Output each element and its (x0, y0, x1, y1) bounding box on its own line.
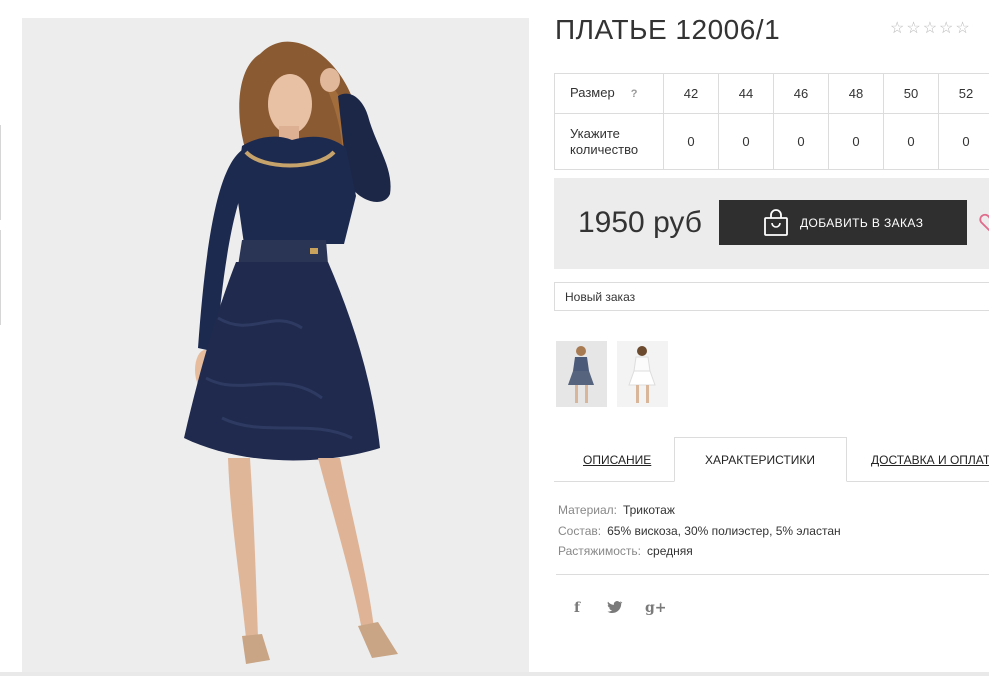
tab-description[interactable]: ОПИСАНИЕ (583, 453, 651, 467)
star-icon[interactable]: ☆ (923, 20, 937, 38)
spec-row-stretch: Растяжимость: средняя (558, 541, 841, 562)
spec-row-composition: Состав: 65% вискоза, 30% полиэстер, 5% эл… (558, 521, 841, 542)
quantity-row: Укажите количество 0 0 0 0 0 0 (554, 113, 989, 170)
page-edge-line (0, 230, 1, 325)
quantity-input[interactable]: 0 (883, 113, 939, 170)
size-cell: 42 (663, 73, 719, 114)
price-box: 1950 руб ДОБАВИТЬ В ЗАКАЗ (554, 178, 989, 269)
size-row: Размер? 42 44 46 48 50 52 (554, 73, 989, 114)
quantity-label: Укажите количество (554, 113, 664, 170)
shopping-bag-icon (763, 208, 789, 237)
spec-key: Состав: (558, 523, 602, 538)
size-label: Размер (570, 85, 615, 100)
characteristics-list: Материал: Трикотаж Состав: 65% вискоза, 30… (558, 500, 841, 562)
add-to-order-label: ДОБАВИТЬ В ЗАКАЗ (800, 215, 924, 230)
quantity-input[interactable]: 0 (663, 113, 719, 170)
thumbnail-navy-dress[interactable] (556, 341, 607, 407)
size-quantity-table: Размер? 42 44 46 48 50 52 Укажите количе… (554, 73, 989, 170)
photo-bottom-strip (0, 672, 989, 676)
spec-key: Растяжимость: (558, 544, 642, 558)
size-cell: 44 (718, 73, 774, 114)
spec-key: Материал: (558, 503, 617, 517)
spec-row-material: Материал: Трикотаж (558, 500, 841, 521)
heart-icon[interactable] (978, 211, 989, 238)
add-to-order-button[interactable]: ДОБАВИТЬ В ЗАКАЗ (719, 200, 967, 245)
order-select[interactable]: Новый заказ (554, 282, 989, 311)
spec-value: 65% вискоза, 30% полиэстер, 5% эластан (607, 523, 841, 538)
twitter-icon[interactable] (607, 600, 623, 617)
size-help-icon[interactable]: ? (631, 88, 638, 100)
spec-value: средняя (647, 544, 693, 558)
tab-characteristics[interactable]: ХАРАКТЕРИСТИКИ (705, 453, 815, 467)
star-icon[interactable]: ☆ (890, 20, 904, 38)
page-edge-line (0, 125, 1, 220)
quantity-input[interactable]: 0 (938, 113, 989, 170)
size-label-cell: Размер? (554, 73, 664, 114)
star-icon[interactable]: ☆ (906, 20, 920, 38)
size-cell: 52 (938, 73, 989, 114)
thumbnail-white-dress[interactable] (617, 341, 668, 407)
size-cell: 50 (883, 73, 939, 114)
product-title: ПЛАТЬЕ 12006/1 (555, 14, 781, 45)
product-main-photo[interactable] (22, 18, 529, 676)
quantity-input[interactable]: 0 (718, 113, 774, 170)
tab-delivery-payment[interactable]: ДОСТАВКА И ОПЛАТА (871, 453, 989, 467)
quantity-input[interactable]: 0 (773, 113, 829, 170)
facebook-icon[interactable]: f (574, 600, 580, 616)
product-price: 1950 руб (578, 206, 702, 239)
star-icon[interactable]: ☆ (939, 20, 953, 38)
product-rating[interactable]: ☆ ☆ ☆ ☆ ☆ (890, 20, 970, 38)
size-cell: 48 (828, 73, 884, 114)
star-icon[interactable]: ☆ (955, 20, 969, 38)
specs-divider (556, 574, 989, 575)
spec-value: Трикотаж (622, 503, 675, 517)
size-cell: 46 (773, 73, 829, 114)
quantity-input[interactable]: 0 (828, 113, 884, 170)
google-plus-icon[interactable]: g+ (645, 600, 667, 616)
